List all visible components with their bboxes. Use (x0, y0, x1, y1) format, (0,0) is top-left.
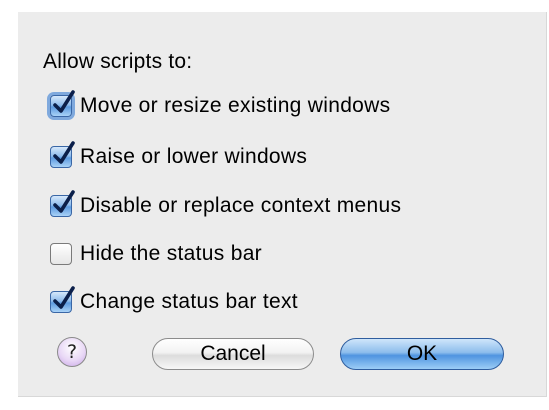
ok-button[interactable]: OK (340, 338, 504, 370)
option-disable-context-menus[interactable]: Disable or replace context menus (50, 190, 401, 222)
option-hide-status-bar[interactable]: Hide the status bar (50, 238, 262, 270)
option-raise-lower-windows[interactable]: Raise or lower windows (50, 141, 307, 173)
checkmark-icon (53, 190, 75, 213)
help-button[interactable]: ? (57, 337, 87, 367)
raise-lower-checkbox[interactable] (50, 141, 75, 168)
dialog-heading: Allow scripts to: (43, 50, 193, 73)
question-mark-icon: ? (66, 341, 78, 363)
hide-status-bar-checkbox[interactable] (50, 243, 72, 265)
option-move-resize-windows[interactable]: Move or resize existing windows (50, 90, 390, 122)
move-resize-checkbox[interactable] (50, 90, 75, 117)
option-label: Move or resize existing windows (80, 94, 391, 117)
status-text-checkbox[interactable] (50, 286, 75, 313)
option-label: Raise or lower windows (80, 145, 308, 168)
option-label: Hide the status bar (80, 242, 262, 265)
checkmark-icon (53, 141, 75, 164)
checkmark-icon (53, 90, 75, 113)
context-menus-checkbox[interactable] (50, 190, 75, 217)
option-change-status-text[interactable]: Change status bar text (50, 286, 298, 318)
option-label: Disable or replace context menus (80, 194, 402, 217)
checkmark-icon (53, 286, 75, 309)
javascript-options-dialog: Allow scripts to: Move or resize existin… (18, 12, 547, 397)
option-label: Change status bar text (80, 290, 298, 313)
cancel-button[interactable]: Cancel (152, 338, 314, 370)
